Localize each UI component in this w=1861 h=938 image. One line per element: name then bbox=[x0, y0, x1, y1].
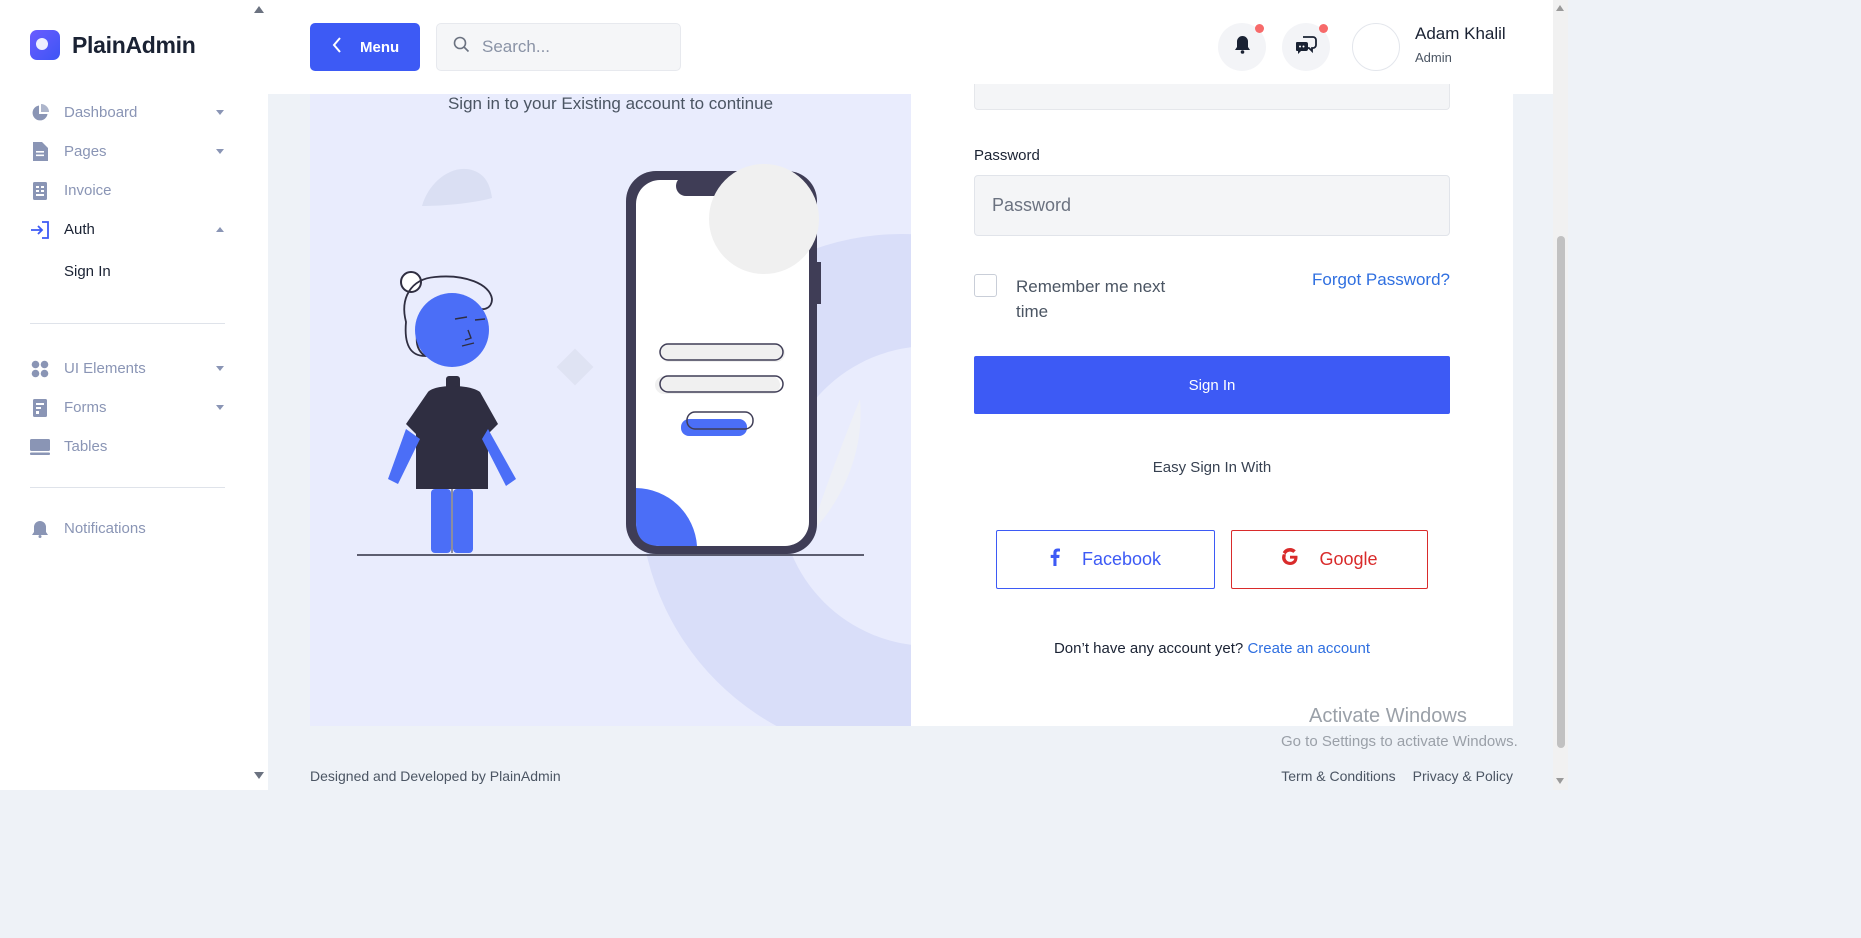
signin-form-panel: Password Remember me next time Forgot Pa… bbox=[911, 84, 1513, 726]
person-phone-illustration bbox=[357, 164, 911, 726]
sidebar-item-ui-elements[interactable]: UI Elements bbox=[30, 349, 226, 388]
google-icon bbox=[1281, 548, 1299, 571]
sidebar-item-dashboard[interactable]: Dashboard bbox=[30, 93, 226, 132]
chat-icon bbox=[1295, 35, 1317, 60]
sidebar-divider bbox=[30, 487, 225, 488]
facebook-label: Facebook bbox=[1081, 549, 1162, 569]
chevron-down-icon bbox=[216, 405, 224, 410]
facebook-signin-button[interactable]: Facebook bbox=[996, 530, 1215, 589]
create-account-link[interactable]: Create an account bbox=[1247, 640, 1370, 657]
user-role: Admin bbox=[1415, 50, 1452, 65]
search-icon bbox=[453, 36, 470, 58]
document-icon bbox=[30, 142, 50, 162]
easy-signin-text: Easy Sign In With bbox=[1152, 459, 1272, 476]
sidebar-item-label: Forms bbox=[64, 399, 107, 416]
bell-icon bbox=[30, 519, 50, 539]
chevron-up-icon bbox=[216, 227, 224, 232]
sidebar-item-label: Notifications bbox=[64, 520, 146, 537]
google-signin-button[interactable]: Google bbox=[1231, 530, 1428, 589]
chevron-left-icon bbox=[332, 37, 342, 57]
activate-windows-subtitle: Go to Settings to activate Windows. bbox=[1281, 733, 1518, 750]
brand-logo-icon bbox=[30, 30, 60, 60]
illustration-panel: Sign in to your Existing account to cont… bbox=[310, 94, 911, 726]
table-icon bbox=[30, 437, 50, 457]
sidebar-item-label: Tables bbox=[64, 438, 108, 455]
privacy-link[interactable]: Privacy & Policy bbox=[1413, 768, 1513, 784]
sidebar-item-auth[interactable]: Auth bbox=[30, 210, 226, 249]
notifications-button[interactable] bbox=[1218, 23, 1266, 71]
notification-badge bbox=[1255, 24, 1264, 33]
chevron-down-icon bbox=[216, 149, 224, 154]
sign-in-icon bbox=[30, 220, 50, 240]
search-input[interactable] bbox=[482, 37, 662, 57]
chevron-down-icon bbox=[216, 366, 224, 371]
grid-icon bbox=[30, 359, 50, 379]
footer-credit: Designed and Developed by PlainAdmin bbox=[310, 768, 561, 784]
messages-button[interactable] bbox=[1282, 23, 1330, 71]
sidebar-divider bbox=[30, 323, 225, 324]
brand[interactable]: PlainAdmin bbox=[30, 30, 196, 60]
sidebar-subitem-sign-in[interactable]: Sign In bbox=[30, 249, 226, 293]
sidebar-item-notifications[interactable]: Notifications bbox=[30, 509, 226, 548]
sidebar-item-invoice[interactable]: Invoice bbox=[30, 171, 226, 210]
sidebar-item-label: Invoice bbox=[64, 182, 112, 199]
facebook-icon bbox=[1050, 548, 1060, 571]
sign-in-button[interactable]: Sign In bbox=[974, 356, 1450, 414]
forgot-password-link[interactable]: Forgot Password? bbox=[1312, 270, 1450, 290]
scrollbar-thumb[interactable] bbox=[1557, 236, 1565, 748]
menu-button-label: Menu bbox=[360, 38, 400, 56]
receipt-icon bbox=[30, 181, 50, 201]
sidebar-item-label: Auth bbox=[64, 221, 95, 238]
avatar[interactable] bbox=[1352, 23, 1400, 71]
terms-link[interactable]: Term & Conditions bbox=[1281, 768, 1395, 784]
sidebar-item-pages[interactable]: Pages bbox=[30, 132, 226, 171]
sidebar: PlainAdmin Dashboard Pages Invoice Auth … bbox=[0, 0, 268, 790]
brand-name: PlainAdmin bbox=[72, 31, 196, 58]
top-header: Menu Adam Khalil Admin bbox=[268, 0, 1553, 94]
sidebar-nav: Dashboard Pages Invoice Auth Sign In UI … bbox=[30, 93, 226, 548]
bell-icon bbox=[1234, 35, 1251, 59]
form-icon bbox=[30, 398, 50, 418]
activate-windows-title: Activate Windows bbox=[1309, 705, 1467, 727]
user-name[interactable]: Adam Khalil bbox=[1415, 24, 1506, 44]
message-badge bbox=[1319, 24, 1328, 33]
email-field[interactable] bbox=[974, 84, 1450, 110]
signup-prompt: Don’t have any account yet? Create an ac… bbox=[911, 640, 1513, 657]
sidebar-scroll-up-icon[interactable] bbox=[254, 6, 264, 13]
no-account-text: Don’t have any account yet? bbox=[1053, 640, 1244, 657]
search-box[interactable] bbox=[436, 23, 681, 71]
sidebar-item-label: UI Elements bbox=[64, 360, 146, 377]
sidebar-scroll-down-icon[interactable] bbox=[254, 772, 264, 779]
scroll-down-icon[interactable] bbox=[1556, 778, 1564, 784]
page-scrollbar[interactable] bbox=[1553, 0, 1568, 790]
google-label: Google bbox=[1319, 549, 1378, 569]
pie-chart-icon bbox=[30, 103, 50, 123]
menu-button[interactable]: Menu bbox=[310, 23, 420, 71]
footer-links: Term & Conditions Privacy & Policy bbox=[1281, 768, 1513, 784]
sidebar-item-tables[interactable]: Tables bbox=[30, 427, 226, 466]
sidebar-item-forms[interactable]: Forms bbox=[30, 388, 226, 427]
chevron-down-icon bbox=[216, 110, 224, 115]
remember-checkbox[interactable] bbox=[974, 274, 997, 297]
remember-label[interactable]: Remember me next time bbox=[1016, 274, 1196, 324]
password-label: Password bbox=[974, 147, 1040, 164]
password-field[interactable] bbox=[974, 175, 1450, 236]
sidebar-item-label: Dashboard bbox=[64, 104, 138, 121]
scroll-up-icon[interactable] bbox=[1556, 5, 1564, 11]
sidebar-item-label: Pages bbox=[64, 143, 107, 160]
